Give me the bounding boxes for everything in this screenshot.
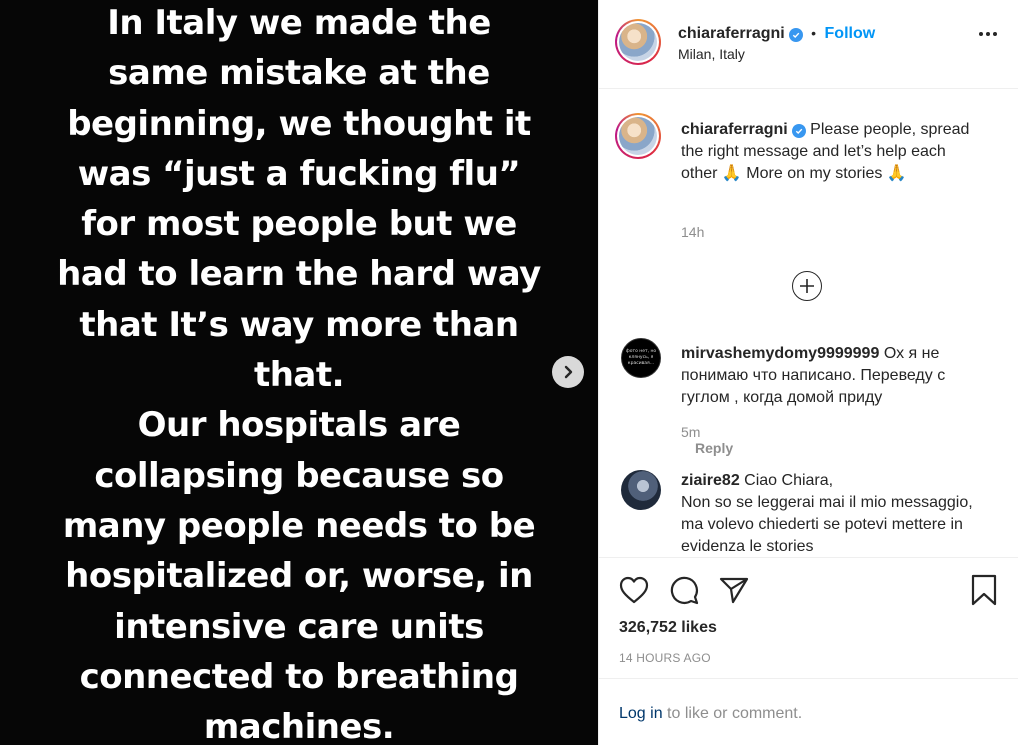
- post-image-text-line: for most people but we: [81, 204, 517, 245]
- comment-text-block: mirvashemydomy9999999 Ох я не понимаю чт…: [681, 343, 981, 409]
- post-image-text-line: Our hospitals are: [137, 405, 461, 446]
- avatar-image: [619, 23, 657, 61]
- post-timestamp[interactable]: 14 HOURS AGO: [619, 651, 711, 665]
- praying-hands-emoji: 🙏: [886, 165, 907, 182]
- caption-username[interactable]: chiaraferragni: [681, 121, 788, 138]
- login-prompt: Log in to like or comment.: [599, 678, 1018, 745]
- post-image-text-line: same mistake at the: [108, 53, 490, 94]
- comments-section[interactable]: chiaraferragni Please people, spread the…: [599, 89, 1018, 557]
- praying-hands-emoji: 🙏: [721, 165, 742, 182]
- login-link[interactable]: Log in: [619, 705, 663, 722]
- post-image-text: In Italy we made the same mistake at the b…: [0, 0, 598, 745]
- post-image-text-line: hospitalized or, worse, in: [65, 556, 533, 597]
- header-separator: •: [811, 25, 817, 41]
- post-image-text-line: that.: [253, 355, 345, 396]
- post-image-text-line: collapsing because so: [94, 455, 504, 496]
- caption-text-block: chiaraferragni Please people, spread the…: [681, 119, 981, 185]
- caption-text-part2: More on my stories: [746, 165, 883, 182]
- follow-button[interactable]: Follow: [825, 25, 876, 42]
- login-suffix: to like or comment.: [662, 705, 803, 722]
- post-image-text-line: intensive care units: [114, 606, 484, 647]
- avatar-text: фото нет, но клянусь, я красивая...: [625, 349, 657, 366]
- post-image-text-line: was “just a fucking flu”: [77, 153, 521, 194]
- post-side-panel: chiaraferragni • Follow Milan, Italy chi…: [598, 0, 1018, 745]
- avatar[interactable]: [615, 19, 661, 65]
- comment-text-block: ziaire82 Ciao Chiara, Non so se leggerai…: [681, 470, 981, 557]
- comment-text-continued: Non so se leggerai mai il mio messaggio,…: [681, 494, 973, 555]
- next-image-button[interactable]: [552, 356, 584, 388]
- chevron-right-icon: [564, 365, 573, 379]
- post-image-text-line: had to learn the hard way: [57, 254, 541, 295]
- verified-badge-icon: [788, 28, 803, 42]
- load-more-comments-button[interactable]: [792, 271, 822, 301]
- plus-icon: [800, 279, 814, 293]
- post-actions: 326,752 likes 14 HOURS AGO Log in to lik…: [599, 557, 1018, 745]
- caption-time[interactable]: 14h: [681, 224, 704, 240]
- more-options-icon[interactable]: [979, 32, 997, 36]
- share-icon[interactable]: [719, 576, 749, 604]
- header-user-line: chiaraferragni • Follow: [678, 25, 875, 43]
- comment-avatar[interactable]: фото нет, но клянусь, я красивая...: [621, 338, 661, 378]
- likes-count[interactable]: 326,752 likes: [619, 619, 717, 637]
- post-image-text-line: beginning, we thought it: [67, 103, 531, 144]
- post-image-text-line: many people needs to be: [62, 505, 536, 546]
- caption-avatar[interactable]: [615, 113, 661, 159]
- heart-icon[interactable]: [619, 576, 649, 604]
- comment-icon[interactable]: [669, 575, 699, 605]
- bookmark-icon[interactable]: [971, 574, 997, 606]
- comment-username[interactable]: ziaire82: [681, 472, 740, 489]
- reply-button[interactable]: Reply: [695, 440, 733, 456]
- comment-time[interactable]: 5m: [681, 424, 700, 440]
- verified-badge-icon: [791, 124, 806, 138]
- post-image-text-line: connected to breathing: [79, 656, 519, 697]
- post-image-text-line: that It’s way more than: [79, 304, 519, 345]
- post-image: In Italy we made the same mistake at the b…: [0, 0, 598, 745]
- post-image-text-line: machines.: [203, 707, 395, 745]
- comment-avatar[interactable]: [621, 470, 661, 510]
- caption-avatar-image: [619, 117, 657, 155]
- post-location[interactable]: Milan, Italy: [678, 46, 745, 62]
- post-header: chiaraferragni • Follow Milan, Italy: [599, 0, 1018, 89]
- comment-username[interactable]: mirvashemydomy9999999: [681, 345, 879, 362]
- post-image-text-line: In Italy we made the: [107, 3, 491, 43]
- comment-text: Ciao Chiara,: [744, 472, 834, 489]
- login-prompt-text: Log in to like or comment.: [619, 705, 802, 723]
- header-username[interactable]: chiaraferragni: [678, 25, 785, 42]
- comment-meta: 5m Reply: [681, 424, 733, 456]
